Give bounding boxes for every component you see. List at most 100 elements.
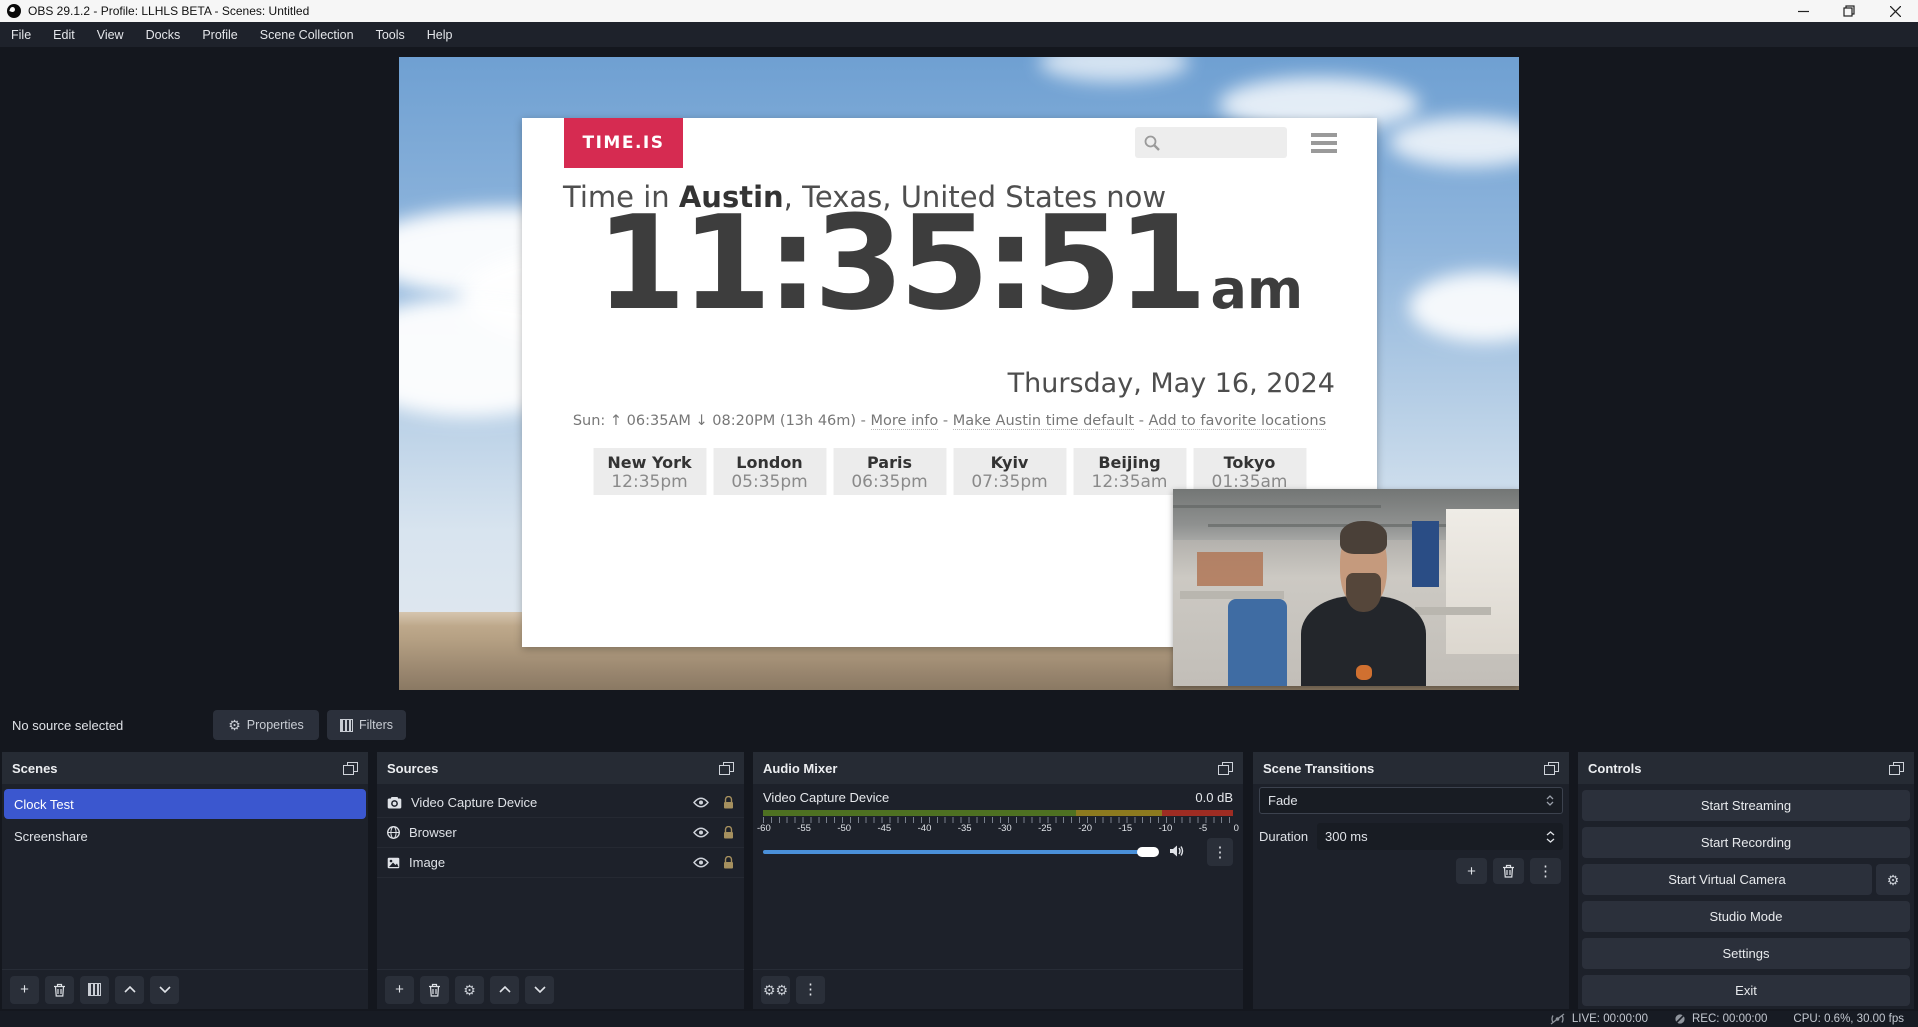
audio-mixer-toolbar: ⚙⚙︎ ⋮ xyxy=(753,969,1243,1009)
meter-tick-label: -10 xyxy=(1159,823,1173,834)
filters-button[interactable]: Filters xyxy=(327,710,406,740)
rec-status: REC: 00:00:00 xyxy=(1674,1013,1767,1025)
volume-slider-handle[interactable] xyxy=(1137,847,1159,857)
preview-canvas[interactable]: TIME.IS Time in Austin, Texas, United St… xyxy=(399,57,1519,690)
scene-item-screenshare[interactable]: Screenshare xyxy=(4,821,366,851)
menu-tools[interactable]: Tools xyxy=(365,22,416,47)
settings-button[interactable]: Settings xyxy=(1582,938,1910,969)
mixer-menu-button[interactable]: ⋮ xyxy=(796,976,825,1004)
popout-dock-icon[interactable] xyxy=(343,762,358,775)
volume-slider[interactable] xyxy=(763,850,1155,854)
start-virtual-camera-button[interactable]: Start Virtual Camera xyxy=(1582,864,1872,895)
webcam-overlay[interactable] xyxy=(1173,489,1519,686)
controls-title: Controls xyxy=(1588,761,1641,776)
advanced-audio-properties-button[interactable]: ⚙⚙︎ xyxy=(761,976,790,1004)
city-card-kyiv[interactable]: Kyiv07:35pm xyxy=(953,448,1066,495)
cpu-fps-text: CPU: 0.6%, 30.00 fps xyxy=(1793,1013,1904,1025)
start-streaming-button[interactable]: Start Streaming xyxy=(1582,790,1910,821)
move-scene-down-button[interactable] xyxy=(150,976,179,1004)
gear-icon: ⚙ xyxy=(228,718,241,732)
timeis-search-input[interactable] xyxy=(1135,127,1287,158)
lock-icon[interactable] xyxy=(723,826,734,839)
popout-dock-icon[interactable] xyxy=(1889,762,1904,775)
city-card-tokyo[interactable]: Tokyo01:35am xyxy=(1193,448,1306,495)
sources-panel: Sources Video Capture Device Browser Ima… xyxy=(377,752,744,1009)
clock-time: 11:35:51 xyxy=(596,187,1203,339)
title-bar[interactable]: OBS 29.1.2 - Profile: LLHLS BETA - Scene… xyxy=(0,0,1918,22)
gear-icon: ⚙ xyxy=(463,983,476,997)
remove-source-button[interactable] xyxy=(420,976,449,1004)
meter-green-zone xyxy=(763,810,1076,816)
city-time: 06:35pm xyxy=(833,472,946,492)
minimize-button[interactable] xyxy=(1780,0,1826,22)
move-source-down-button[interactable] xyxy=(525,976,554,1004)
rec-time-text: REC: 00:00:00 xyxy=(1692,1013,1767,1025)
move-scene-up-button[interactable] xyxy=(115,976,144,1004)
popout-dock-icon[interactable] xyxy=(1544,762,1559,775)
city-card-beijing[interactable]: Beijing12:35am xyxy=(1073,448,1186,495)
search-icon xyxy=(1143,134,1161,152)
restore-button[interactable] xyxy=(1826,0,1872,22)
menu-scene-collection[interactable]: Scene Collection xyxy=(249,22,365,47)
add-source-button[interactable]: + xyxy=(385,976,414,1004)
move-source-up-button[interactable] xyxy=(490,976,519,1004)
duration-spinbox[interactable]: 300 ms xyxy=(1317,823,1563,850)
source-properties-button[interactable]: ⚙ xyxy=(455,976,484,1004)
remove-transition-button[interactable] xyxy=(1493,858,1524,884)
menu-docks[interactable]: Docks xyxy=(135,22,192,47)
source-row-image[interactable]: Image xyxy=(377,848,744,878)
properties-button[interactable]: ⚙ Properties xyxy=(213,710,319,740)
controls-panel-header[interactable]: Controls xyxy=(1578,752,1914,784)
popout-dock-icon[interactable] xyxy=(1218,762,1233,775)
visibility-eye-icon[interactable] xyxy=(693,827,709,838)
more-info-link[interactable]: More info xyxy=(871,413,939,430)
menu-profile[interactable]: Profile xyxy=(191,22,248,47)
scenes-panel-header[interactable]: Scenes xyxy=(2,752,368,784)
start-recording-button[interactable]: Start Recording xyxy=(1582,827,1910,858)
make-default-link[interactable]: Make Austin time default xyxy=(953,413,1134,430)
duration-row: Duration 300 ms xyxy=(1259,823,1563,850)
mixer-track-menu-button[interactable]: ⋮ xyxy=(1207,838,1233,866)
visibility-eye-icon[interactable] xyxy=(693,857,709,868)
transition-buttons: + ⋮ xyxy=(1456,858,1561,884)
add-favorite-link[interactable]: Add to favorite locations xyxy=(1149,413,1327,430)
menu-view[interactable]: View xyxy=(86,22,135,47)
hamburger-menu-icon[interactable] xyxy=(1311,133,1337,153)
city-card-new-york[interactable]: New York12:35pm xyxy=(593,448,706,495)
transition-properties-button[interactable]: ⋮ xyxy=(1530,858,1561,884)
filters-label: Filters xyxy=(359,718,393,732)
speaker-icon[interactable] xyxy=(1169,844,1185,858)
virtual-camera-settings-button[interactable]: ⚙ xyxy=(1876,864,1910,895)
scene-label: Screenshare xyxy=(14,829,88,844)
status-bar: LIVE: 00:00:00 REC: 00:00:00 CPU: 0.6%, … xyxy=(0,1011,1918,1027)
scene-item-clock-test[interactable]: Clock Test xyxy=(4,789,366,819)
add-scene-button[interactable]: + xyxy=(10,976,39,1004)
menu-help[interactable]: Help xyxy=(416,22,464,47)
mixer-level-db: 0.0 dB xyxy=(1195,790,1233,805)
audio-mixer-panel-header[interactable]: Audio Mixer xyxy=(753,752,1243,784)
transition-select[interactable]: Fade xyxy=(1259,787,1563,814)
meter-tick-label: -25 xyxy=(1038,823,1052,834)
remove-scene-button[interactable] xyxy=(45,976,74,1004)
clock-meridiem: am xyxy=(1210,258,1303,321)
meter-tick-label: -20 xyxy=(1078,823,1092,834)
source-row-video-capture[interactable]: Video Capture Device xyxy=(377,788,744,818)
city-card-paris[interactable]: Paris06:35pm xyxy=(833,448,946,495)
scene-transitions-panel-header[interactable]: Scene Transitions xyxy=(1253,752,1569,784)
spinner-arrows-icon[interactable] xyxy=(1546,831,1555,843)
exit-button[interactable]: Exit xyxy=(1582,975,1910,1006)
menu-file[interactable]: File xyxy=(0,22,42,47)
sources-panel-header[interactable]: Sources xyxy=(377,752,744,784)
menu-edit[interactable]: Edit xyxy=(42,22,86,47)
add-transition-button[interactable]: + xyxy=(1456,858,1487,884)
close-button[interactable] xyxy=(1872,0,1918,22)
scene-filters-button[interactable] xyxy=(80,976,109,1004)
popout-dock-icon[interactable] xyxy=(719,762,734,775)
studio-mode-button[interactable]: Studio Mode xyxy=(1582,901,1910,932)
lock-icon[interactable] xyxy=(723,856,734,869)
city-card-london[interactable]: London05:35pm xyxy=(713,448,826,495)
source-row-browser[interactable]: Browser xyxy=(377,818,744,848)
lock-icon[interactable] xyxy=(723,796,734,809)
city-time: 07:35pm xyxy=(953,472,1066,492)
visibility-eye-icon[interactable] xyxy=(693,797,709,808)
